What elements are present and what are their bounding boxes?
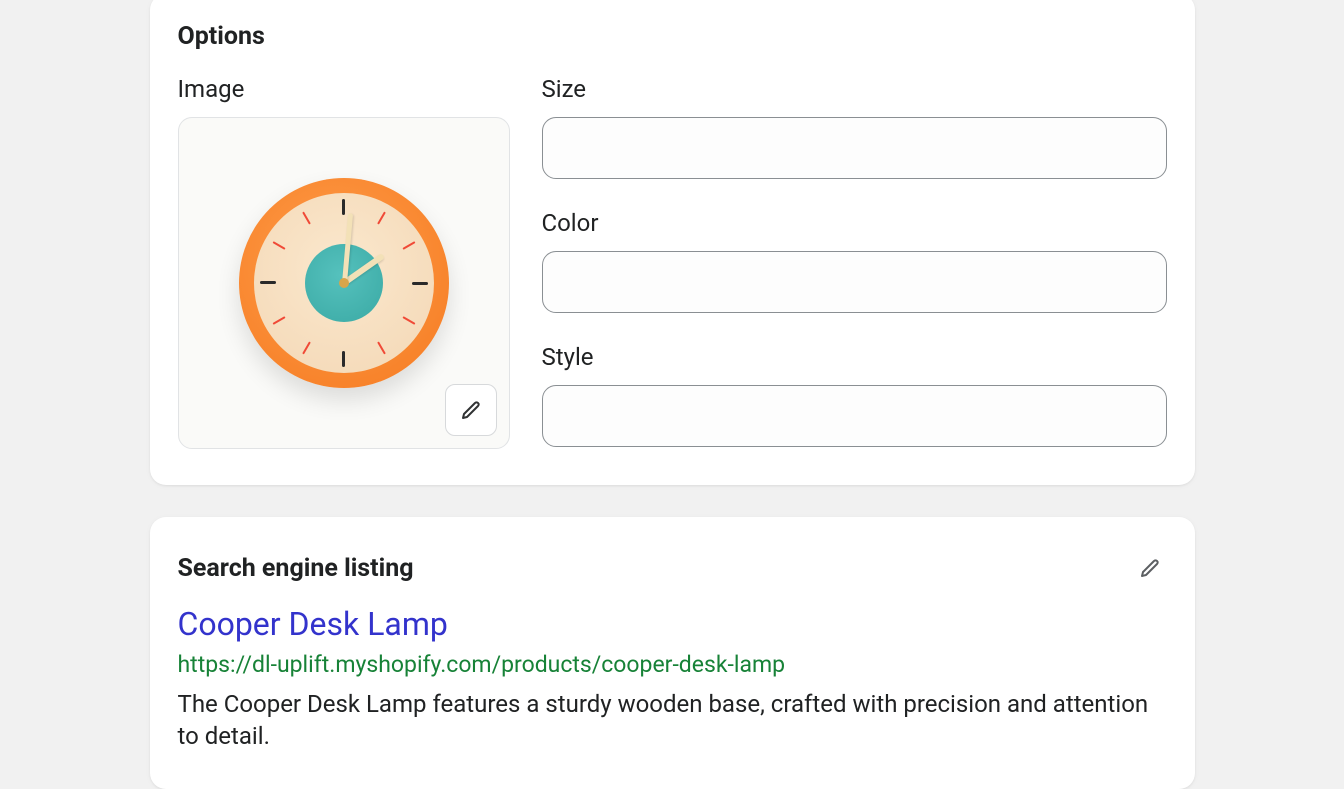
options-heading: Options	[178, 22, 1167, 51]
seo-card: Search engine listing Cooper Desk Lamp h…	[150, 517, 1195, 789]
seo-header: Search engine listing	[178, 551, 1167, 585]
style-field-group: Style	[542, 343, 1167, 447]
product-image-tile[interactable]	[178, 117, 510, 449]
color-label: Color	[542, 209, 1167, 237]
seo-url: https://dl-uplift.myshopify.com/products…	[178, 651, 1167, 678]
color-input[interactable]	[542, 251, 1167, 313]
size-label: Size	[542, 75, 1167, 103]
seo-title: Cooper Desk Lamp	[178, 605, 1167, 643]
image-column: Image	[178, 75, 510, 449]
color-field-group: Color	[542, 209, 1167, 313]
edit-seo-button[interactable]	[1133, 551, 1167, 585]
edit-image-button[interactable]	[445, 384, 497, 436]
seo-heading: Search engine listing	[178, 554, 414, 583]
pencil-icon	[1138, 556, 1162, 580]
style-label: Style	[542, 343, 1167, 371]
pencil-icon	[459, 398, 483, 422]
fields-column: Size Color Style	[542, 75, 1167, 449]
size-input[interactable]	[542, 117, 1167, 179]
image-label: Image	[178, 75, 510, 103]
size-field-group: Size	[542, 75, 1167, 179]
style-input[interactable]	[542, 385, 1167, 447]
options-body: Image	[178, 75, 1167, 449]
seo-description: The Cooper Desk Lamp features a sturdy w…	[178, 688, 1167, 753]
product-image-clock	[239, 178, 449, 388]
options-card: Options Image	[150, 0, 1195, 485]
